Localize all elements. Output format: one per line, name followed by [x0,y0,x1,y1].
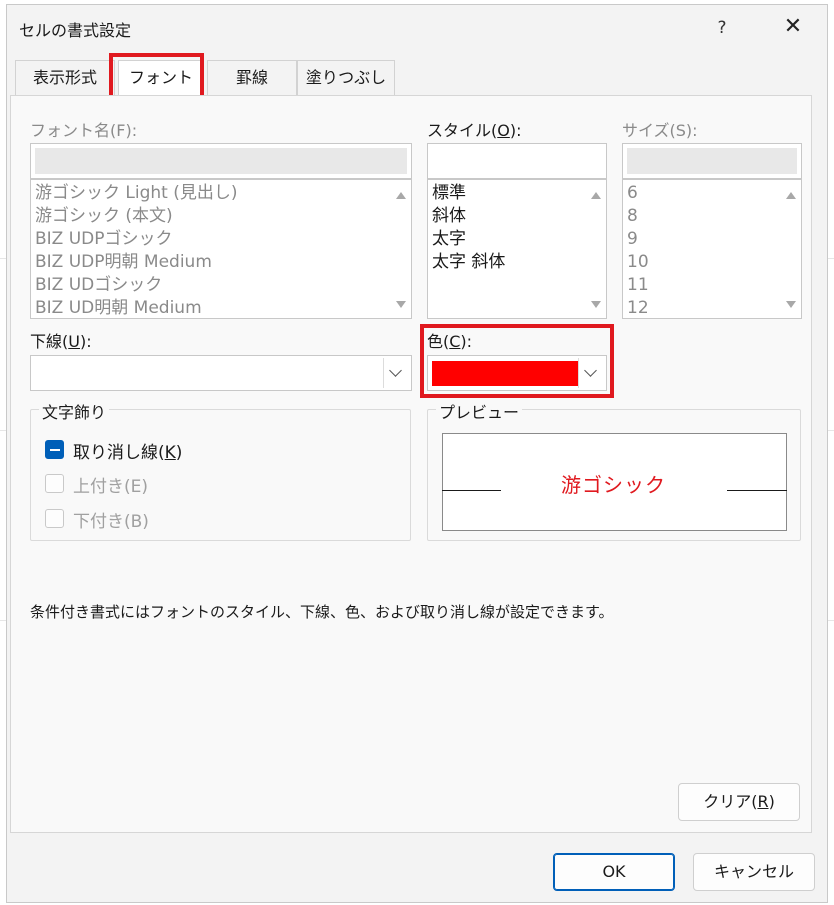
size-label: サイズ(S): [622,121,698,140]
font-name-label: フォント名(F): [30,121,138,140]
ok-button[interactable]: OK [553,853,675,891]
list-item[interactable]: 游ゴシック (本文) [31,205,411,228]
strikethrough-check-icon[interactable] [45,440,64,459]
list-item[interactable]: 游ゴシック Light (見出し) [31,182,411,205]
list-item[interactable]: BIZ UD明朝 Medium [31,297,411,318]
list-item[interactable]: 8 [623,205,801,228]
cancel-button[interactable]: キャンセル [693,853,815,891]
strikethrough-label: 取り消し線(K) [73,443,183,463]
effects-title: 文字飾り [39,399,110,423]
superscript-check-icon[interactable] [45,474,64,493]
style-list[interactable]: 標準 斜体 太字 太字 斜体 [427,179,607,319]
subscript-label: 下付き(B) [73,512,149,532]
tab-fill[interactable]: 塗りつぶし [297,60,395,96]
style-list-scrollbar[interactable] [586,180,606,318]
superscript-label: 上付き(E) [73,477,149,497]
tab-border[interactable]: 罫線 [207,60,297,96]
list-item[interactable]: 斜体 [428,205,606,228]
scroll-down-icon[interactable] [396,301,406,308]
scroll-up-icon[interactable] [396,192,406,199]
underline-dropdown-button[interactable] [383,358,409,388]
subscript-check-icon[interactable] [45,509,64,528]
style-label: スタイル(O): [427,121,522,140]
list-item[interactable]: 10 [623,251,801,274]
preview-baseline-left [442,490,501,491]
scroll-up-icon[interactable] [786,192,796,199]
scroll-down-icon[interactable] [786,301,796,308]
size-list-scrollbar[interactable] [781,180,801,318]
color-highlight [420,324,614,398]
font-tab-highlight [109,53,204,101]
size-list[interactable]: 6 8 9 10 11 12 [622,179,802,319]
help-button[interactable]: ? [707,13,737,43]
clear-button[interactable]: クリア(R) [678,783,800,821]
preview-baseline-right [727,490,787,491]
style-input[interactable] [427,143,607,179]
list-item[interactable]: 標準 [428,182,606,205]
list-item[interactable]: BIZ UDPゴシック [31,228,411,251]
tab-number-format[interactable]: 表示形式 [15,60,115,96]
list-item[interactable]: 11 [623,274,801,297]
dialog-title: セルの書式設定 [19,21,132,40]
list-item[interactable]: 太字 [428,228,606,251]
preview-sample-text: 游ゴシック [561,473,666,497]
underline-label: 下線(U): [30,332,92,351]
conditional-format-note: 条件付き書式にはフォントのスタイル、下線、色、および取り消し線が設定できます。 [30,603,614,621]
list-item[interactable]: 9 [623,228,801,251]
scroll-up-icon[interactable] [591,192,601,199]
title-bar: セルの書式設定 ? ✕ [7,5,827,49]
list-item[interactable]: BIZ UDP明朝 Medium [31,251,411,274]
underline-select[interactable] [30,355,412,391]
preview-title: プレビュー [436,399,523,423]
scroll-down-icon[interactable] [591,301,601,308]
size-input[interactable] [622,143,802,179]
font-name-list[interactable]: 游ゴシック Light (見出し) 游ゴシック (本文) BIZ UDPゴシック… [30,179,412,319]
chevron-down-icon [389,364,402,377]
close-button[interactable]: ✕ [775,13,811,43]
list-item[interactable]: 12 [623,297,801,318]
list-item[interactable]: BIZ UDゴシック [31,274,411,297]
font-list-scrollbar[interactable] [391,180,411,318]
list-item[interactable]: 太字 斜体 [428,251,606,274]
font-name-input[interactable] [30,143,412,179]
list-item[interactable]: 6 [623,182,801,205]
